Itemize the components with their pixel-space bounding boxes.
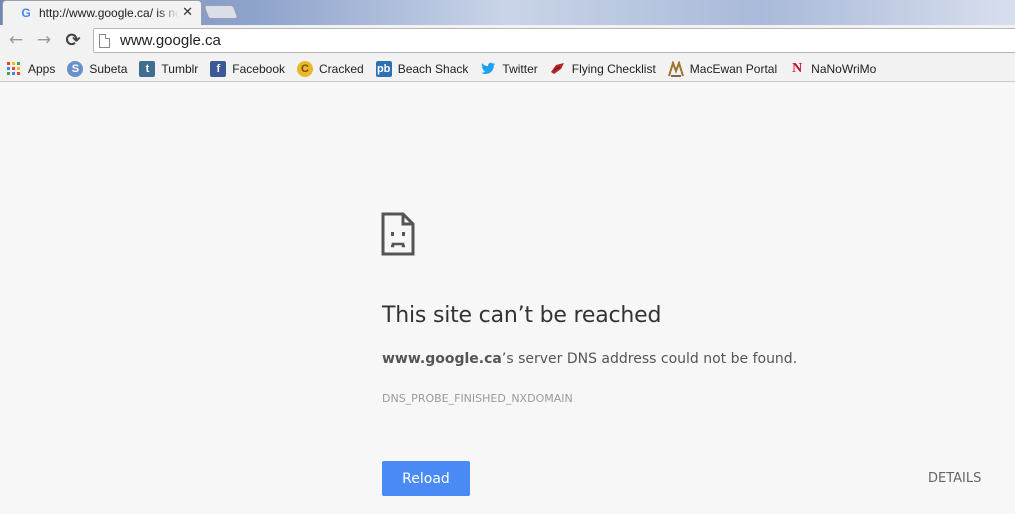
bookmark-label: Beach Shack [397,61,469,76]
bookmark-tumblr[interactable]: t Tumblr [139,60,199,77]
bookmark-subeta[interactable]: S Subeta [67,60,128,77]
error-description-text: ’s server DNS address could not be found… [501,351,798,367]
bookmark-apps[interactable]: Apps [6,61,55,77]
bookmark-cracked[interactable]: C Cracked [297,60,364,77]
forward-arrow-icon[interactable]: → [34,30,54,50]
cracked-icon: C [297,60,313,77]
bookmark-label: Facebook [232,61,285,76]
reload-button[interactable]: Reload [382,461,470,496]
macewan-icon [667,60,684,77]
error-code: DNS_PROBE_FINISHED_NXDOMAIN [382,392,573,405]
photobucket-icon: pb [375,60,392,77]
bookmark-label: Subeta [89,61,128,76]
toolbar: ← → ⟳ www.google.ca [0,25,1015,56]
facebook-icon: f [210,60,227,77]
bookmarks-bar: Apps S Subeta t Tumblr f Facebook C Crac… [0,56,1015,82]
bookmark-nanowrimo[interactable]: N NaNoWriMo [789,61,876,77]
tab-strip: G http://www.google.ca/ is not available… [0,0,1015,25]
google-favicon-icon: G [21,6,31,20]
error-domain: www.google.ca [382,351,502,367]
back-arrow-icon[interactable]: ← [6,30,26,50]
bookmark-label: Tumblr [161,61,199,76]
sad-page-icon [381,212,415,256]
error-description: www.google.ca’s server DNS address could… [382,351,797,367]
details-button[interactable]: DETAILS [928,471,981,486]
twitter-icon [480,61,496,77]
tab-title: http://www.google.ca/ is not available [39,6,179,20]
address-bar[interactable]: www.google.ca [93,28,1015,53]
bookmark-label: Twitter [502,61,538,76]
page-icon [99,33,110,48]
tab-active[interactable]: G http://www.google.ca/ is not available… [2,0,202,25]
apps-grid-icon [6,61,22,77]
error-heading: This site can’t be reached [382,303,662,328]
bookmark-twitter[interactable]: Twitter [480,61,538,77]
nanowrimo-icon: N [792,60,803,76]
error-page: This site can’t be reached www.google.ca… [0,83,1015,514]
bookmark-label: NaNoWriMo [811,61,877,76]
address-url[interactable]: www.google.ca [120,32,221,49]
bookmark-label: MacEwan Portal [689,61,778,76]
bookmark-facebook[interactable]: f Facebook [210,60,285,77]
bookmark-beach-shack[interactable]: pb Beach Shack [375,60,469,77]
new-tab-button[interactable] [203,5,239,19]
flylady-icon [550,61,566,77]
tumblr-icon: t [139,60,156,77]
subeta-icon: S [67,60,84,77]
bookmark-flying-checklist[interactable]: Flying Checklist [550,61,656,77]
bookmark-label: Apps [28,61,56,76]
bookmark-label: Cracked [319,61,364,76]
tab-close-icon[interactable]: ✕ [182,5,193,20]
bookmark-macewan-portal[interactable]: MacEwan Portal [667,60,778,77]
reload-icon[interactable]: ⟳ [63,30,83,51]
bookmark-label: Flying Checklist [571,61,656,76]
